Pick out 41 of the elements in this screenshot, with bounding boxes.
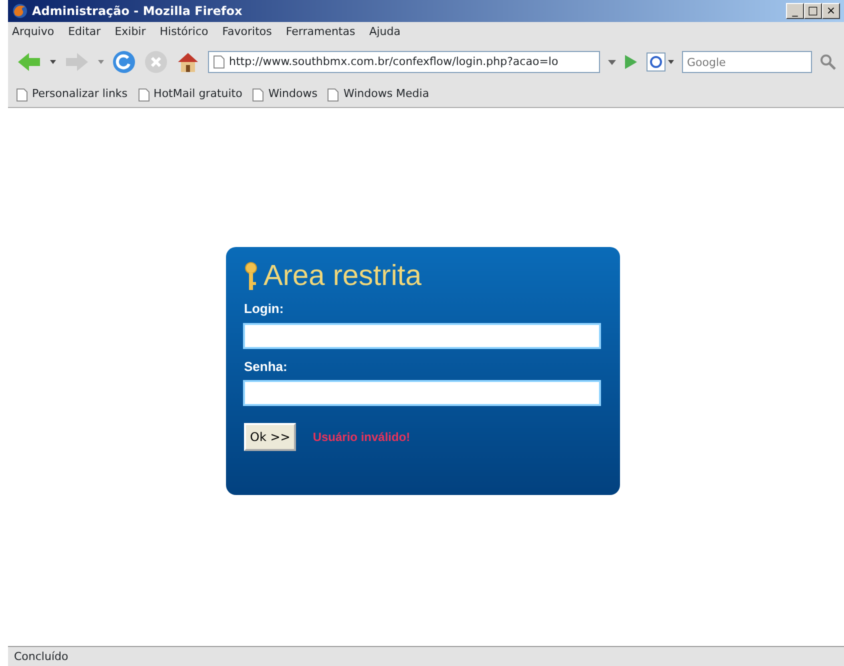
menu-item[interactable]: Editar [68, 24, 101, 40]
bookmark-link[interactable]: HotMail gratuito [154, 86, 242, 103]
maximize-button[interactable]: □ [804, 3, 822, 19]
page-icon [138, 88, 150, 102]
menu-item[interactable]: Favoritos [222, 24, 272, 40]
status-text: Concluído [8, 646, 844, 666]
menu-item[interactable]: Ferramentas [286, 24, 356, 40]
home-icon[interactable] [176, 50, 200, 74]
field-label: Login: [244, 300, 285, 318]
field-label: Senha: [244, 358, 288, 376]
menu-item[interactable]: Ajuda [369, 24, 400, 40]
menu-item[interactable]: Histórico [160, 24, 208, 40]
minimize-button[interactable]: _ [786, 3, 804, 19]
url-text: http://www.southbmx.com.br/confexflow/login.php?acao=lo [229, 54, 558, 70]
search-engine-icon[interactable] [646, 52, 674, 72]
reload-icon[interactable] [112, 50, 136, 74]
search-field[interactable]: Google [682, 51, 812, 73]
page-icon [16, 88, 28, 102]
bookmark-link[interactable]: Windows Media [343, 86, 430, 103]
back-icon[interactable] [16, 51, 42, 73]
bookmark-link[interactable]: Windows [268, 86, 318, 103]
dropdown-arrow-icon[interactable] [608, 60, 616, 64]
error-message: Usuário inválido! [312, 428, 410, 446]
search-icon[interactable] [820, 54, 836, 70]
input-field[interactable] [243, 380, 601, 406]
input-field[interactable] [243, 322, 601, 348]
page-icon [327, 88, 340, 102]
window-title: Administração - Mozilla Firefox [32, 3, 244, 20]
key-icon [244, 261, 258, 291]
stop-icon[interactable] [144, 50, 168, 74]
bookmark-link[interactable]: Personalizar links [32, 86, 128, 103]
panel-title: Area restrita [264, 262, 422, 291]
address-bar[interactable]: http://www.southbmx.com.br/confexflow/login.php?acao=lo [208, 51, 600, 73]
dropdown-arrow-icon[interactable] [50, 60, 56, 64]
menu-item[interactable]: Arquivo [12, 24, 54, 40]
ok-button[interactable]: Ok >> [244, 422, 296, 450]
menu-item[interactable]: Exibir [114, 24, 146, 40]
page-icon [252, 88, 264, 102]
close-button[interactable]: × [822, 3, 840, 19]
page-icon [213, 55, 225, 69]
go-icon[interactable] [624, 54, 638, 70]
